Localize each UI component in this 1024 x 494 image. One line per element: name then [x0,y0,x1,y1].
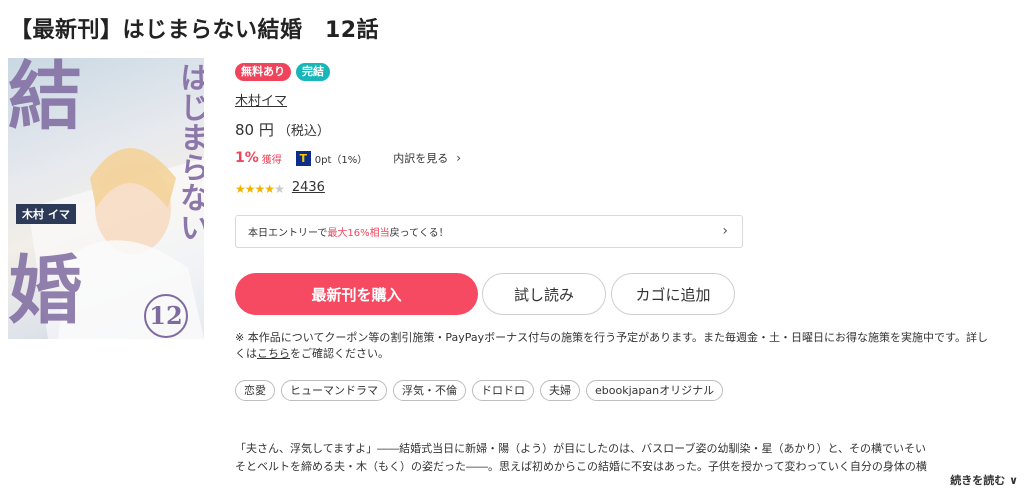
star-icon: ★ [264,182,275,196]
review-count-link[interactable]: 2436 [292,180,325,195]
points-breakdown-link[interactable]: 内訳を見る [393,150,448,166]
campaign-notice: ※ 本作品についてクーポン等の割引施策・PayPayボーナス付与の施策を行う予定… [235,330,1024,362]
entry-campaign-banner[interactable]: 本日エントリーで 最大16%相当 戻ってくる！ › [235,215,743,248]
description-line: 「夫さん、浮気してますよ」――結婚式当日に新婦・陽（よう）が目にしたのは、バスロ… [235,442,927,455]
genre-tag[interactable]: 恋愛 [235,380,275,401]
cover-image[interactable]: 結 婚 はじまらない 木村 イマ 12 [8,58,204,339]
rating-stars: ★★★★★ [235,178,285,197]
author-link[interactable]: 木村イマ [235,90,287,109]
cover-author-band: 木村 イマ [16,204,76,224]
price: 80 円（税込） [235,119,330,140]
entry-suffix: 戻ってくる！ [389,228,449,239]
chevron-right-icon: › [722,223,728,239]
cover-volume-number: 12 [144,294,188,338]
price-amount: 80 円 [235,121,274,139]
cover-title-char: 婚 [8,248,82,334]
entry-highlight: 最大16%相当 [327,228,390,239]
star-icon: ★ [274,182,285,196]
star-icon: ★ [235,182,246,196]
star-icon: ★ [244,182,256,196]
price-tax: （税込） [277,124,330,139]
star-icon: ★ [254,182,266,196]
genre-tag[interactable]: 浮気・不倫 [393,380,466,401]
complete-badge: 完結 [296,63,330,81]
read-more-link[interactable]: 続きを読む ∨ [950,472,1018,488]
points-rate: 1% [235,150,259,166]
chevron-right-icon[interactable]: › [456,151,461,165]
genre-tag[interactable]: ebookjapanオリジナル [586,380,724,401]
cover-title-char: 結 [8,58,82,140]
t-point-value: 0pt（1%） [314,154,368,166]
genre-tag[interactable]: 夫婦 [540,380,580,401]
description: 「夫さん、浮気してますよ」――結婚式当日に新婦・陽（よう）が目にしたのは、バスロ… [235,440,1024,476]
description-line: そとベルトを締める夫・木（もく）の姿だった――。思えば初めからこの結婚に不安はあ… [235,460,927,473]
genre-tag[interactable]: ドロドロ [472,380,534,401]
t-point-icon: T [295,150,311,166]
entry-prefix: 本日エントリーで [248,228,328,239]
rating: ★★★★★ 2436 [235,178,325,197]
badge-group: 無料あり 完結 [235,63,330,81]
notice-link[interactable]: こちら [257,347,290,360]
buy-latest-button[interactable]: 最新刊を購入 [235,273,478,315]
notice-line: ※ 本作品についてクーポン等の割引施策・PayPayボーナス付与の施策を行う予定… [235,331,988,344]
points-rate-label: 獲得 [261,154,282,166]
trial-read-button[interactable]: 試し読み [482,273,606,315]
notice-prefix: くは [235,347,257,360]
notice-suffix: をご確認ください。 [290,347,389,360]
notice-line: くはこちらをご確認ください。 [235,346,1024,362]
points-row: 1% 獲得 T 0pt（1%） 内訳を見る › [235,150,461,166]
page-title: 【最新刊】はじまらない結婚 12話 [10,18,380,43]
add-to-cart-button[interactable]: カゴに追加 [611,273,735,315]
cover-title-vertical: はじまらない [174,62,204,242]
tag-list: 恋愛 ヒューマンドラマ 浮気・不倫 ドロドロ 夫婦 ebookjapanオリジナ… [235,380,724,401]
free-badge: 無料あり [235,63,291,81]
genre-tag[interactable]: ヒューマンドラマ [281,380,387,401]
